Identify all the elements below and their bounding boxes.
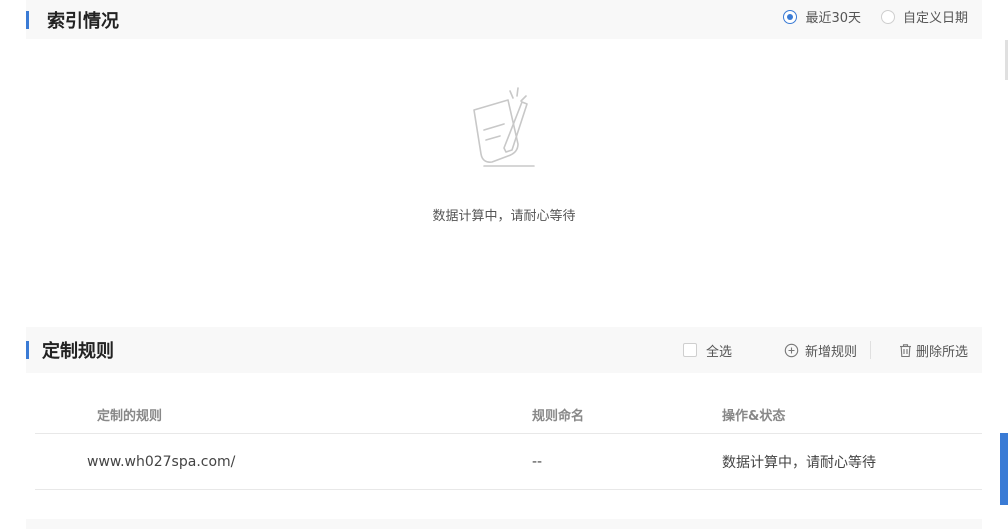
add-rule-button[interactable]: 新增规则 [784, 341, 857, 360]
delete-selected-button[interactable]: 删除所选 [898, 341, 968, 360]
rules-toolbar: 全选 新增规则 删除所选 [682, 327, 968, 373]
rule-status-cell: 数据计算中，请耐心等待 [722, 454, 876, 471]
radio-custom-date[interactable]: 自定义日期 [880, 7, 968, 26]
table-row: www.wh027spa.com/ -- 数据计算中，请耐心等待 [35, 434, 982, 490]
section-accent-bar [26, 10, 29, 29]
radio-checked-icon[interactable] [783, 9, 798, 24]
plus-circle-icon [784, 343, 799, 357]
date-range-radio-group: 最近30天 自定义日期 [763, 0, 968, 33]
radio-label: 自定义日期 [902, 11, 968, 26]
select-all-label: 全选 [705, 344, 732, 360]
delete-selected-label: 删除所选 [915, 344, 968, 360]
scrollbar-thumb[interactable] [1000, 433, 1008, 505]
section-accent-bar [26, 341, 29, 359]
index-section-header: 索引情况 最近30天 自定义日期 [26, 0, 982, 39]
radio-label: 最近30天 [805, 11, 861, 26]
column-header-status: 操作&状态 [722, 409, 786, 424]
rule-name-cell: -- [532, 453, 543, 470]
empty-state-message: 数据计算中，请耐心等待 [432, 209, 576, 224]
index-section-title: 索引情况 [47, 10, 119, 32]
add-rule-label: 新增规则 [804, 344, 857, 360]
select-all-checkbox[interactable]: 全选 [682, 341, 732, 360]
rule-url-cell: www.wh027spa.com/ [87, 453, 236, 470]
toolbar-divider [869, 341, 871, 359]
radio-unchecked-icon[interactable] [880, 9, 895, 24]
next-section-edge [26, 519, 982, 529]
column-header-rule: 定制的规则 [97, 409, 163, 424]
empty-document-icon [473, 87, 535, 167]
radio-last-30-days[interactable]: 最近30天 [783, 7, 861, 26]
rules-section-header: 定制规则 全选 新增规则 删除所选 [26, 327, 982, 373]
rules-section-title: 定制规则 [42, 341, 114, 362]
column-header-name: 规则命名 [532, 409, 585, 424]
rules-table-header: 定制的规则 规则命名 操作&状态 [35, 396, 982, 434]
trash-icon [899, 343, 911, 357]
checkbox-icon[interactable] [682, 343, 697, 357]
